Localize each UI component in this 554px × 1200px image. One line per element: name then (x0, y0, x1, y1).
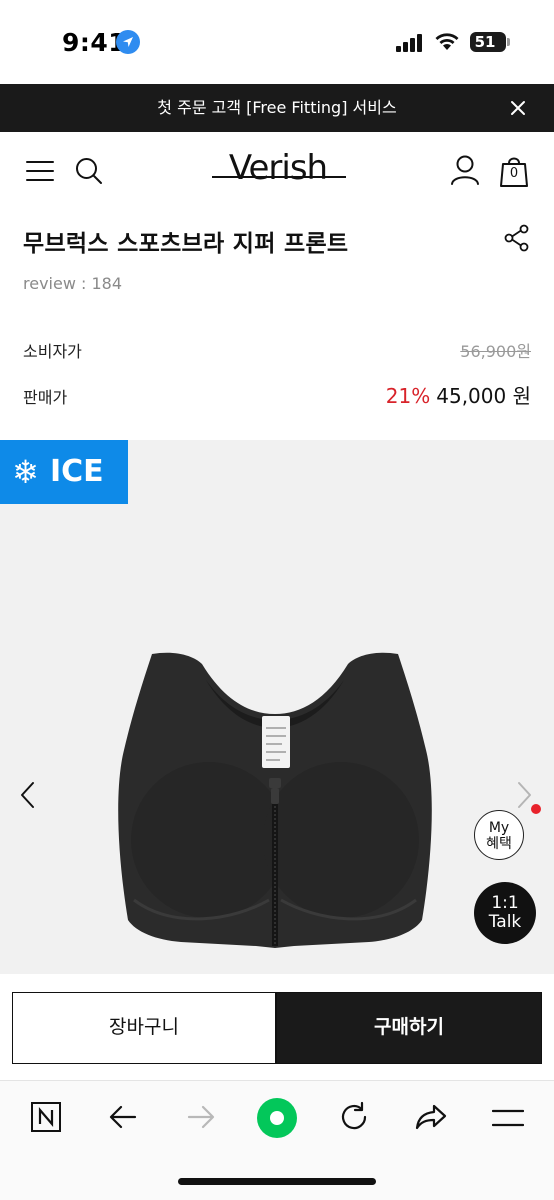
notification-dot (531, 804, 541, 814)
naver-home-icon[interactable] (30, 1101, 62, 1133)
logo-strike (212, 176, 346, 178)
snowflake-icon: ❄ (12, 453, 39, 491)
site-logo[interactable]: Verish (208, 146, 348, 190)
ice-badge-text: ICE (50, 454, 104, 489)
wifi-icon (435, 33, 459, 50)
site-header: Verish 0 (0, 132, 554, 210)
shopping-bag-icon[interactable]: 0 (498, 154, 530, 192)
forward-arrow-icon[interactable] (186, 1103, 216, 1131)
user-icon[interactable] (450, 154, 480, 186)
promo-banner: 첫 주문 고객 [Free Fitting] 서비스 (0, 84, 554, 132)
add-to-cart-button[interactable]: 장바구니 (12, 992, 276, 1064)
benefit-label-line2: 혜택 (486, 836, 512, 852)
promo-text[interactable]: 첫 주문 고객 [Free Fitting] 서비스 (0, 84, 554, 132)
consumer-price-label: 소비자가 (23, 342, 82, 361)
ice-badge: ❄ ICE (0, 440, 128, 504)
battery-level: 51 (474, 33, 496, 51)
product-image (118, 652, 432, 948)
chevron-left-icon[interactable] (18, 780, 38, 810)
product-title: 무브럭스 스포츠브라 지퍼 프론트 (23, 231, 349, 257)
status-bar: 9:41 51 (0, 0, 554, 84)
battery-cap (507, 38, 510, 46)
battery-icon: 51 (470, 32, 506, 52)
menu-lines-icon[interactable] (492, 1107, 524, 1129)
back-arrow-icon[interactable] (108, 1103, 138, 1131)
talk-button[interactable]: 1:1 Talk (474, 882, 536, 944)
review-count[interactable]: review : 184 (23, 274, 122, 293)
search-icon[interactable] (74, 156, 104, 186)
sale-price-label: 판매가 (23, 388, 68, 407)
green-dot-icon[interactable] (256, 1097, 298, 1139)
share-arrow-icon[interactable] (414, 1103, 448, 1131)
original-price: 56,900원 (460, 342, 531, 361)
cart-count: 0 (509, 166, 519, 181)
product-gallery[interactable]: ❄ ICE (0, 440, 554, 974)
my-benefit-button[interactable]: My 혜택 (474, 810, 524, 860)
reload-icon[interactable] (338, 1101, 370, 1133)
cellular-signal-icon (396, 34, 422, 52)
talk-label-line2: Talk (488, 912, 522, 932)
close-icon[interactable] (508, 98, 528, 118)
sale-price-row: 21% 45,000 원 (386, 380, 531, 409)
share-icon[interactable] (504, 224, 530, 252)
bottom-actions: 장바구니 구매하기 (12, 992, 542, 1064)
logo-text: Verish (228, 148, 328, 188)
location-arrow-icon (116, 30, 140, 54)
home-indicator (178, 1178, 376, 1185)
discount-rate: 21% (385, 384, 431, 408)
buy-now-button[interactable]: 구매하기 (276, 992, 542, 1064)
talk-label-line1: 1:1 (491, 893, 519, 913)
hamburger-menu-icon[interactable] (26, 159, 54, 183)
benefit-label-line1: My (488, 820, 510, 836)
sale-price: 45,000 원 (436, 384, 531, 408)
